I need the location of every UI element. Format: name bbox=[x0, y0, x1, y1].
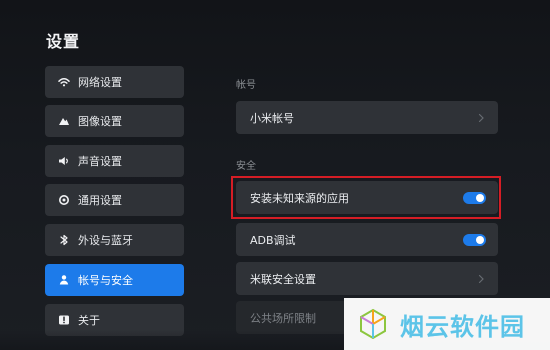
page-title: 设置 bbox=[46, 32, 81, 51]
watermark-text: 烟云软件园 bbox=[400, 312, 525, 341]
speaker-icon bbox=[57, 154, 71, 168]
toggle-install-unknown-apps[interactable] bbox=[463, 191, 486, 204]
gear-icon bbox=[57, 193, 71, 207]
sidebar-item-account-security[interactable]: 帐号与安全 bbox=[45, 264, 184, 296]
cube-logo-icon bbox=[356, 307, 390, 341]
setting-row-adb-debugging[interactable]: ADB调试 bbox=[236, 223, 498, 256]
wifi-icon bbox=[57, 75, 71, 89]
setting-row-mi-account[interactable]: 小米帐号 bbox=[236, 101, 498, 134]
setting-row-milink-security[interactable]: 米联安全设置 bbox=[236, 262, 498, 295]
sidebar-item-label: 图像设置 bbox=[78, 115, 122, 128]
sidebar-item-peripherals-bluetooth[interactable]: 外设与蓝牙 bbox=[45, 224, 184, 256]
sidebar-item-about[interactable]: 关于 bbox=[45, 304, 184, 336]
section-label-security: 安全 bbox=[236, 161, 256, 172]
section-label-account: 帐号 bbox=[236, 80, 256, 91]
sidebar-item-label: 通用设置 bbox=[78, 194, 122, 207]
account-icon bbox=[57, 273, 71, 287]
sidebar-item-network[interactable]: 网络设置 bbox=[45, 66, 184, 98]
info-icon bbox=[57, 313, 71, 327]
sidebar-item-image[interactable]: 图像设置 bbox=[45, 105, 184, 137]
sidebar-item-general[interactable]: 通用设置 bbox=[45, 184, 184, 216]
setting-row-label: 公共场所限制 bbox=[250, 311, 316, 325]
setting-row-label: ADB调试 bbox=[250, 233, 296, 247]
setting-row-label: 安装未知来源的应用 bbox=[250, 191, 349, 205]
chevron-right-icon bbox=[476, 274, 486, 284]
sidebar-item-label: 网络设置 bbox=[78, 76, 122, 89]
sidebar-item-label: 关于 bbox=[78, 314, 100, 327]
sidebar-item-label: 外设与蓝牙 bbox=[78, 234, 133, 247]
chevron-right-icon bbox=[476, 113, 486, 123]
setting-row-label: 米联安全设置 bbox=[250, 272, 316, 286]
sidebar-item-label: 帐号与安全 bbox=[78, 274, 133, 287]
sidebar-item-sound[interactable]: 声音设置 bbox=[45, 145, 184, 177]
sidebar-item-label: 声音设置 bbox=[78, 155, 122, 168]
toggle-adb-debugging[interactable] bbox=[463, 233, 486, 246]
image-mountain-icon bbox=[57, 114, 71, 128]
setting-row-label: 小米帐号 bbox=[250, 111, 294, 125]
bluetooth-icon bbox=[57, 233, 71, 247]
setting-row-install-unknown-apps[interactable]: 安装未知来源的应用 bbox=[236, 181, 498, 214]
watermark: 烟云软件园 bbox=[344, 298, 550, 350]
